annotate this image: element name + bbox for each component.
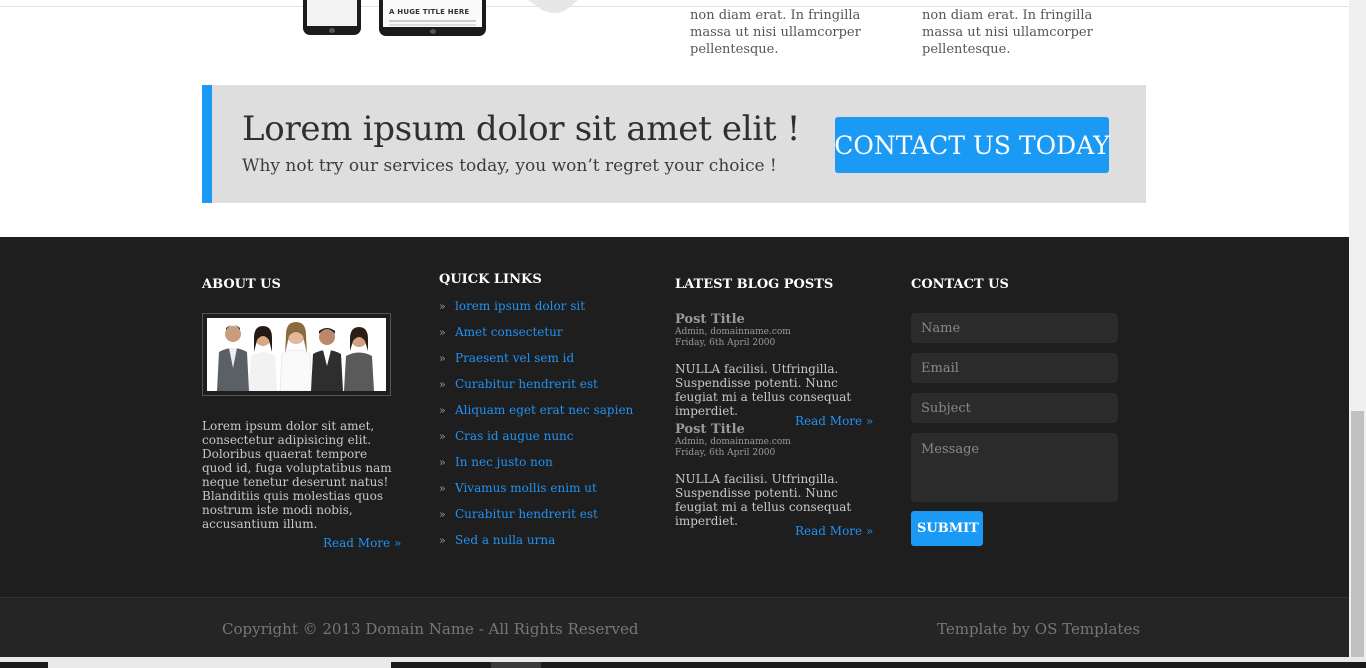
bullet-icon: » (439, 534, 446, 547)
blog-post: Post Title Admin, domainname.com Friday,… (675, 312, 875, 418)
phone-image-small (303, 0, 361, 35)
email-field[interactable] (911, 353, 1118, 383)
banner-title: Lorem ipsum dolor sit amet elit ! (242, 109, 801, 149)
subject-field[interactable] (911, 393, 1118, 423)
list-item: » Vivamus mollis enim ut (439, 480, 633, 506)
list-item: » Sed a nulla urna (439, 532, 633, 558)
team-people-image (207, 318, 386, 391)
bullet-icon: » (439, 352, 446, 365)
about-us-heading: ABOUT US (202, 277, 281, 292)
contact-us-heading: CONTACT US (911, 277, 1009, 292)
post-date: Friday, 6th April 2000 (675, 338, 776, 348)
quick-link[interactable]: In nec justo non (455, 455, 553, 469)
about-read-more-link[interactable]: Read More » (323, 536, 401, 550)
about-us-text: Lorem ipsum dolor sit amet, consectetur … (202, 419, 392, 531)
copyright-bar: Copyright © 2013 Domain Name - All Right… (0, 597, 1349, 657)
bullet-icon: » (439, 430, 446, 443)
post-title[interactable]: Post Title (675, 312, 875, 327)
contact-us-today-button[interactable]: CONTACT US TODAY (834, 117, 1110, 173)
quick-link[interactable]: Vivamus mollis enim ut (455, 481, 597, 495)
post-excerpt: NULLA facilisi. Utfringilla. Suspendisse… (675, 472, 852, 528)
copyright-text: Copyright © 2013 Domain Name - All Right… (222, 620, 639, 638)
bullet-icon: » (439, 300, 446, 313)
banner-subtitle: Why not try our services today, you won’… (242, 156, 777, 176)
name-field[interactable] (911, 313, 1118, 343)
quick-link[interactable]: lorem ipsum dolor sit (455, 299, 585, 313)
top-column-text-2: non diam erat. In fringilla massa ut nis… (922, 8, 1093, 57)
top-border (0, 0, 1349, 7)
list-item: » lorem ipsum dolor sit (439, 298, 633, 324)
quick-link[interactable]: Praesent vel sem id (455, 351, 574, 365)
message-field[interactable] (911, 433, 1118, 502)
phone-image-large: A HUGE TITLE HERE (379, 0, 486, 36)
list-item: » Cras id augue nunc (439, 428, 633, 454)
team-photo (202, 313, 391, 396)
submit-button[interactable]: SUBMIT (911, 511, 983, 546)
quick-link[interactable]: Curabitur hendrerit est (455, 377, 598, 391)
bullet-icon: » (439, 508, 446, 521)
call-to-action-banner: Lorem ipsum dolor sit amet elit ! Why no… (202, 85, 1146, 203)
top-column-text-1: non diam erat. In fringilla massa ut nis… (690, 8, 861, 57)
bullet-icon: » (439, 326, 446, 339)
scrollbar-thumb[interactable] (1351, 411, 1364, 657)
list-item: » In nec justo non (439, 454, 633, 480)
list-item: » Praesent vel sem id (439, 350, 633, 376)
quick-link[interactable]: Sed a nulla urna (455, 533, 555, 547)
list-item: » Aliquam eget erat nec sapien (439, 402, 633, 428)
bullet-icon: » (439, 404, 446, 417)
template-credit-link[interactable]: Template by OS Templates (937, 620, 1140, 638)
post-excerpt: NULLA facilisi. Utfringilla. Suspendisse… (675, 362, 852, 418)
bullet-icon: » (439, 456, 446, 469)
list-item: » Curabitur hendrerit est (439, 376, 633, 402)
list-item: » Curabitur hendrerit est (439, 506, 633, 532)
quick-link[interactable]: Curabitur hendrerit est (455, 507, 598, 521)
post-author: Admin, domainname.com (675, 327, 791, 337)
taskbar-strip (0, 657, 1366, 668)
post-read-more-link[interactable]: Read More » (795, 524, 873, 538)
bullet-icon: » (439, 482, 446, 495)
post-title[interactable]: Post Title (675, 422, 875, 437)
quick-links-list: » lorem ipsum dolor sit » Amet consectetur… (439, 298, 633, 558)
bullet-icon: » (439, 378, 446, 391)
blog-post: Post Title Admin, domainname.com Friday,… (675, 422, 875, 528)
post-author: Admin, domainname.com (675, 437, 791, 447)
arrow-decoration-icon (528, 0, 578, 13)
quick-link[interactable]: Cras id augue nunc (455, 429, 574, 443)
banner-accent-stripe (202, 85, 212, 203)
quick-link[interactable]: Amet consectetur (455, 325, 563, 339)
list-item: » Amet consectetur (439, 324, 633, 350)
post-date: Friday, 6th April 2000 (675, 448, 776, 458)
phone-screen-title: A HUGE TITLE HERE (389, 8, 470, 16)
latest-blog-posts-heading: LATEST BLOG POSTS (675, 277, 834, 292)
quick-link[interactable]: Aliquam eget erat nec sapien (455, 403, 633, 417)
quick-links-heading: QUICK LINKS (439, 272, 542, 287)
